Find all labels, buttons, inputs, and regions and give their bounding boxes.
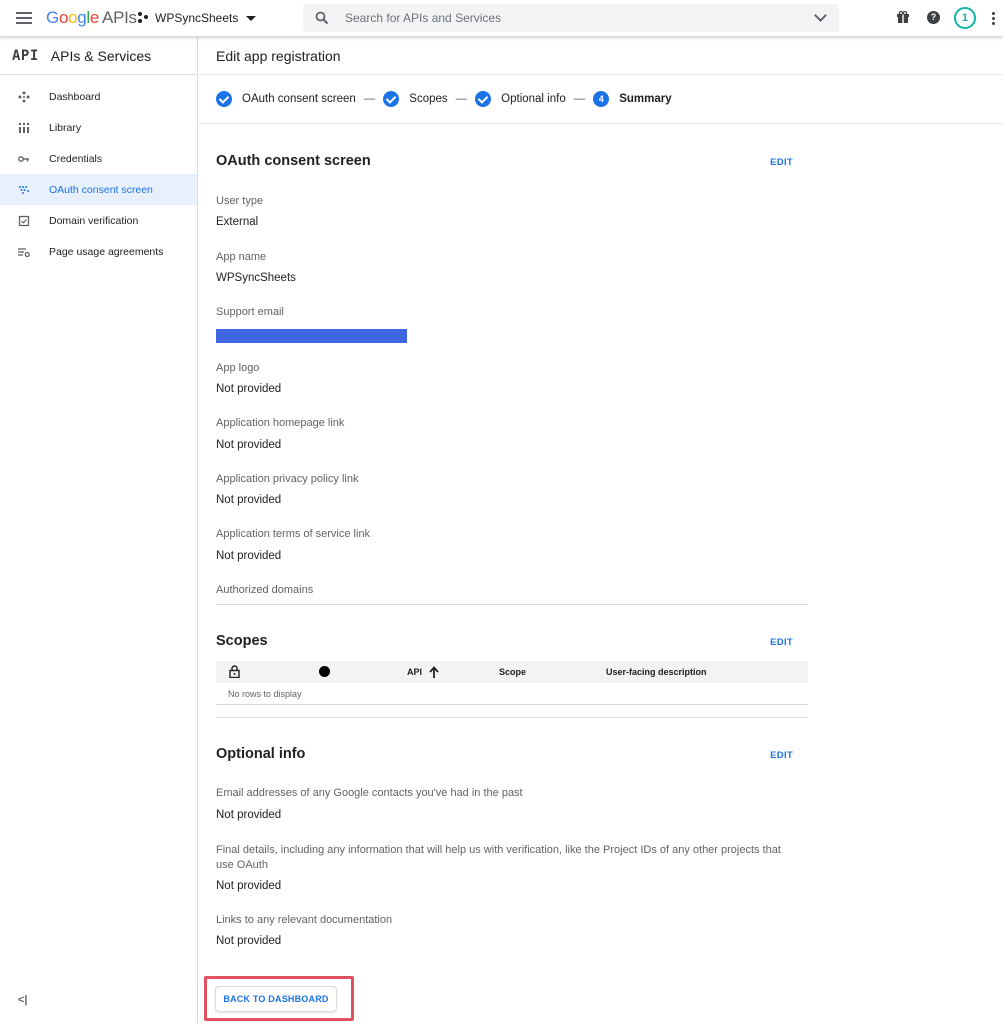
table-header-row: API Scope User-facing description: [216, 661, 808, 683]
check-circle-icon: [216, 91, 232, 107]
key-icon: [18, 153, 30, 165]
status-dot-icon: [319, 666, 330, 677]
step-label: Scopes: [409, 93, 448, 105]
step-separator: —: [573, 93, 586, 105]
step-optional-info[interactable]: Optional info: [475, 91, 566, 107]
oauth-edit-button[interactable]: EDIT: [770, 157, 793, 168]
arrow-up-icon[interactable]: [429, 666, 439, 678]
sidebar-item-oauth-consent-screen[interactable]: OAuth consent screen: [0, 174, 197, 205]
table-empty-row: No rows to display: [216, 683, 808, 705]
check-circle-icon: [475, 91, 492, 107]
step-label: OAuth consent screen: [242, 93, 356, 105]
sidebar-header: API APIs & Services: [0, 38, 197, 75]
more-vert-icon[interactable]: [992, 12, 995, 27]
help-icon[interactable]: ?: [927, 11, 940, 24]
library-icon: [18, 122, 30, 134]
empty-state-text: No rows to display: [228, 689, 302, 699]
sidebar-item-credentials[interactable]: Credentials: [0, 143, 197, 174]
field-label: Application terms of service link: [216, 528, 371, 540]
field-value: Not provided: [216, 880, 282, 892]
field-value: Not provided: [216, 383, 282, 395]
main-content: Edit app registration OAuth consent scre…: [199, 38, 1003, 1024]
field-label: App name: [216, 251, 267, 263]
optional-edit-button[interactable]: EDIT: [770, 750, 793, 761]
project-name: WPSyncSheets: [155, 11, 239, 25]
chevron-down-icon[interactable]: [814, 9, 827, 22]
collapse-sidebar-icon[interactable]: <|: [18, 994, 28, 1006]
gift-icon[interactable]: [897, 11, 909, 23]
divider: [216, 717, 808, 718]
sidebar-item-label: Domain verification: [49, 214, 139, 227]
menu-icon[interactable]: [16, 12, 32, 24]
sidebar-item-label: Dashboard: [49, 90, 101, 103]
sidebar-item-library[interactable]: Library: [0, 112, 197, 143]
column-header-api[interactable]: API: [407, 667, 422, 677]
sidebar-item-label: Page usage agreements: [49, 245, 164, 258]
step-summary[interactable]: 4 Summary: [593, 91, 672, 107]
logo-google: Google: [46, 8, 100, 27]
check-circle-icon: [383, 91, 400, 107]
field-value: External: [216, 216, 259, 228]
google-apis-logo[interactable]: Google APIs: [46, 8, 137, 28]
step-label: Optional info: [501, 93, 566, 105]
back-to-dashboard-button[interactable]: BACK TO DASHBOARD: [215, 986, 337, 1012]
sidebar-item-label: OAuth consent screen: [49, 183, 153, 196]
field-value: Not provided: [216, 550, 282, 562]
sidebar: API APIs & Services Dashboard Library Cr…: [0, 38, 198, 1024]
sidebar-item-page-usage-agreements[interactable]: Page usage agreements: [0, 236, 197, 267]
settings-list-icon: [18, 246, 30, 258]
field-label: Application privacy policy link: [216, 473, 359, 485]
checkbox-icon: [18, 215, 30, 227]
sidebar-item-label: Credentials: [49, 152, 103, 165]
field-value: Not provided: [216, 439, 282, 451]
consent-icon: [18, 184, 30, 196]
search-box[interactable]: [303, 4, 839, 32]
support-email-redacted: [216, 329, 407, 343]
authorized-domains-label: Authorized domains: [216, 584, 314, 596]
sidebar-nav: Dashboard Library Credentials OAuth cons…: [0, 81, 197, 267]
field-label: Email addresses of any Google contacts y…: [216, 787, 523, 799]
lock-icon: [229, 665, 240, 678]
sidebar-item-dashboard[interactable]: Dashboard: [0, 81, 197, 112]
step-label: Summary: [619, 93, 672, 105]
project-selector[interactable]: WPSyncSheets: [138, 11, 257, 25]
field-value: WPSyncSheets: [216, 272, 296, 284]
step-separator: —: [455, 93, 468, 105]
page-title: Edit app registration: [199, 38, 1003, 75]
dashboard-icon: [18, 91, 30, 103]
field-label: Links to any relevant documentation: [216, 914, 393, 926]
step-scopes[interactable]: Scopes: [383, 91, 448, 107]
logo-apis: APIs: [102, 8, 137, 27]
field-label: App logo: [216, 362, 260, 374]
search-input[interactable]: [345, 9, 785, 27]
field-label: Application homepage link: [216, 417, 345, 429]
optional-section-title: Optional info: [216, 746, 306, 762]
column-header-description[interactable]: User-facing description: [606, 667, 707, 677]
field-value: Not provided: [216, 809, 282, 821]
sidebar-item-domain-verification[interactable]: Domain verification: [0, 205, 197, 236]
api-badge: API: [12, 48, 39, 64]
notification-badge[interactable]: 1: [954, 7, 976, 29]
column-header-scope[interactable]: Scope: [499, 667, 526, 677]
step-oauth-consent-screen[interactable]: OAuth consent screen: [216, 91, 356, 107]
project-icon: [138, 12, 150, 24]
field-label: User type: [216, 195, 264, 207]
stepper: OAuth consent screen — Scopes — Optional…: [199, 75, 1003, 124]
scopes-table: API Scope User-facing description No row…: [216, 661, 808, 705]
step-number: 4: [593, 91, 610, 107]
field-value: Not provided: [216, 494, 282, 506]
caret-down-icon: [246, 15, 257, 21]
scopes-section-title: Scopes: [216, 633, 268, 649]
scopes-edit-button[interactable]: EDIT: [770, 637, 793, 648]
step-separator: —: [363, 93, 376, 105]
top-bar: GoogleAPIs WPSyncSheets ? 1: [0, 0, 1003, 37]
field-value: Not provided: [216, 935, 282, 947]
sidebar-item-label: Library: [49, 121, 82, 134]
field-label: Support email: [216, 306, 284, 318]
sidebar-title: APIs & Services: [50, 48, 152, 64]
field-label: Final details, including any information…: [216, 844, 781, 871]
oauth-section-title: OAuth consent screen: [216, 153, 371, 169]
divider: [216, 604, 808, 605]
search-icon: [315, 11, 329, 25]
